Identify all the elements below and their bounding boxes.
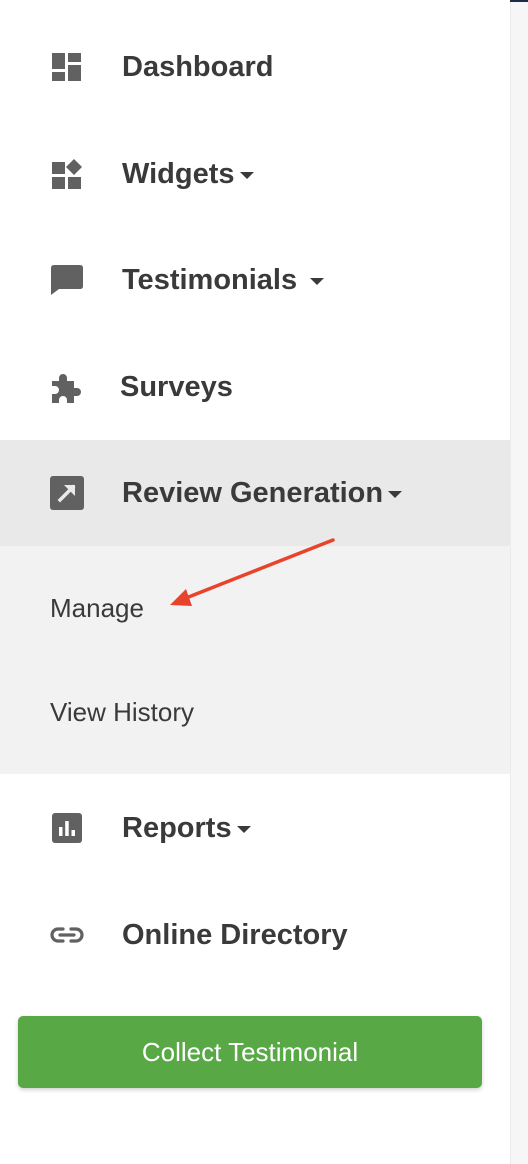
puzzle-icon: [48, 368, 86, 406]
sidebar: Dashboard Widgets Testimonials Surveys R…: [0, 0, 510, 1164]
chevron-down-icon: [310, 277, 325, 285]
external-link-icon: [48, 474, 86, 512]
chat-bubble-icon: [48, 261, 86, 299]
collect-testimonial-button[interactable]: Collect Testimonial: [18, 1016, 482, 1088]
scrollbar-track[interactable]: [510, 2, 528, 1164]
bar-chart-icon: [48, 809, 86, 847]
sidebar-item-label: Review Generation: [122, 477, 403, 510]
sidebar-item-label: Widgets: [122, 158, 254, 191]
submenu-item-manage[interactable]: Manage: [50, 593, 144, 624]
sidebar-item-label: Testimonials: [122, 264, 325, 297]
sidebar-item-label: Reports: [122, 812, 251, 845]
chevron-down-icon: [236, 825, 251, 833]
sidebar-item-review-generation[interactable]: Review Generation: [0, 440, 510, 546]
review-generation-submenu: Manage View History: [0, 546, 510, 774]
chevron-down-icon: [388, 490, 403, 498]
submenu-item-view-history[interactable]: View History: [50, 697, 194, 728]
widgets-icon: [48, 155, 86, 193]
dashboard-icon: [48, 48, 86, 86]
chevron-down-icon: [239, 171, 254, 179]
sidebar-item-testimonials[interactable]: Testimonials: [0, 227, 510, 333]
sidebar-item-label: Surveys: [120, 370, 233, 403]
sidebar-item-label: Dashboard: [122, 50, 274, 83]
sidebar-item-widgets[interactable]: Widgets: [0, 121, 510, 227]
sidebar-item-online-directory[interactable]: Online Directory: [0, 882, 510, 988]
sidebar-item-surveys[interactable]: Surveys: [0, 334, 510, 440]
sidebar-item-dashboard[interactable]: Dashboard: [0, 14, 510, 120]
link-icon: [48, 916, 86, 954]
sidebar-item-reports[interactable]: Reports: [0, 775, 510, 881]
sidebar-item-label: Online Directory: [122, 918, 348, 951]
